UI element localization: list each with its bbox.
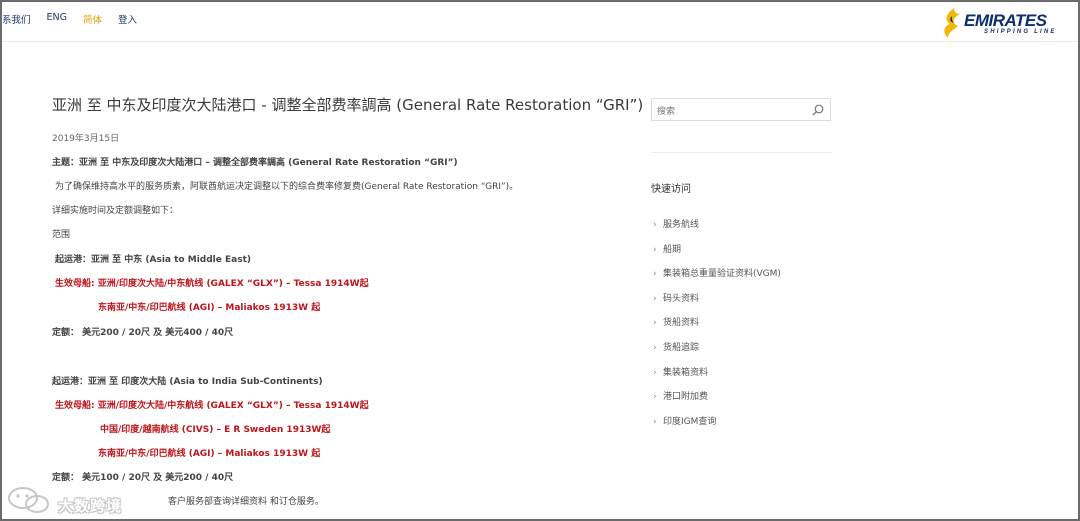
quick-link-port-surcharge[interactable]: › 港口附加费 <box>653 389 781 414</box>
quick-link-label: 集装箱资料 <box>663 367 709 378</box>
quick-link-label: 服务航线 <box>663 220 700 230</box>
post-date: 2019年3月15日 <box>52 134 120 144</box>
chevron-right-icon: › <box>653 416 657 427</box>
section-1-origin: 起运港：亚洲 至 中东 (Asia to Middle East) <box>55 255 251 265</box>
nav-contact-us[interactable]: 系我们 <box>2 12 31 26</box>
quick-link-label: 集装箱总重量验证资料(VGM) <box>663 269 781 280</box>
section-2-effective-line: 生效母船: 亚洲/印度次大陆/中东航线 (GALEX “GLX”) – Tess… <box>55 401 369 411</box>
quick-link-vessel-tracking[interactable]: › 货船追踪 <box>653 340 781 365</box>
section-2-effective-line: 东南亚/中东/印巴航线 (AGI) – Maliakos 1913W 起 <box>98 449 321 459</box>
footer-partial-text: 客户服务部查询详细资料 和订仓服务。 <box>168 497 324 507</box>
watermark: 大数跨境 <box>6 482 156 518</box>
section-2-effective-line: 中国/印度/越南航线 (CIVS) – E R Sweden 1913W起 <box>100 425 331 435</box>
nav-login[interactable]: 登入 <box>118 12 137 26</box>
chevron-right-icon: › <box>653 269 657 280</box>
emirates-flame-icon <box>944 8 960 38</box>
quick-link-schedule[interactable]: › 船期 <box>653 242 781 267</box>
top-nav: 系我们 ENG 简体 登入 <box>2 12 153 26</box>
quick-link-service-routes[interactable]: › 服务航线 <box>653 217 781 242</box>
logo-tagline: SHIPPING LINE <box>984 29 1057 35</box>
nav-english[interactable]: ENG <box>47 12 67 26</box>
section-1-effective-line: 东南亚/中东/印巴航线 (AGI) – Maliakos 1913W 起 <box>98 303 321 313</box>
quick-access-title: 快速访问 <box>651 184 691 195</box>
chevron-right-icon: › <box>653 392 657 403</box>
emirates-logo[interactable]: EMIRATES SHIPPING LINE <box>940 6 1068 40</box>
wechat-icon <box>8 487 49 513</box>
search-icon[interactable] <box>812 104 824 116</box>
sidebar-divider <box>651 152 831 153</box>
quick-link-label: 码头资料 <box>663 293 700 304</box>
search-input[interactable] <box>652 101 802 123</box>
chevron-right-icon: › <box>653 244 657 255</box>
chevron-right-icon: › <box>653 318 657 329</box>
chevron-right-icon: › <box>653 342 657 353</box>
section-1-effective-line: 生效母船: 亚洲/印度次大陆/中东航线 (GALEX “GLX”) – Tess… <box>55 279 369 289</box>
chevron-right-icon: › <box>653 293 657 304</box>
article: 亚洲 至 中东及印度次大陆港口 - 调整全部费率調高 (General Rate… <box>52 94 644 144</box>
quick-link-vessel-info[interactable]: › 货船资料 <box>653 315 781 340</box>
quick-link-label: 货船资料 <box>663 318 700 329</box>
article-subject: 主题：亚洲 至 中东及印度次大陆港口 – 调整全部费率調高 (General R… <box>52 158 458 168</box>
quick-link-label: 印度IGM查询 <box>663 416 717 427</box>
quick-link-terminal-info[interactable]: › 码头资料 <box>653 291 781 316</box>
page-title: 亚洲 至 中东及印度次大陆港口 - 调整全部费率調高 (General Rate… <box>52 96 644 114</box>
quick-link-india-igm[interactable]: › 印度IGM查询 <box>653 414 781 439</box>
chevron-right-icon: › <box>653 220 657 230</box>
quick-link-label: 船期 <box>663 244 682 255</box>
quick-link-label: 货船追踪 <box>663 342 700 353</box>
search-box <box>651 98 831 123</box>
details-heading: 详细实施时间及定额调整如下： <box>52 206 179 216</box>
scope-label: 范围 <box>52 230 71 240</box>
article-intro: 为了确保维持高水平的服务质素，阿联酋航运决定调整以下的综合费率修复费(Gener… <box>55 182 519 192</box>
quick-access-list: › 服务航线 › 船期 › 集装箱总重量验证资料(VGM) › 码头资料 › 货船资料 ›… <box>653 217 781 438</box>
chevron-right-icon: › <box>653 367 657 378</box>
quick-link-container-info[interactable]: › 集装箱资料 <box>653 365 781 390</box>
top-bar: 系我们 ENG 简体 登入 EMIRATES SHIPPING LINE <box>2 2 1078 42</box>
quick-link-vgm[interactable]: › 集装箱总重量验证资料(VGM) <box>653 266 781 291</box>
watermark-text: 大数跨境 <box>58 497 123 515</box>
section-2-origin: 起运港：亚洲 至 印度次大陆 (Asia to India Sub-Contin… <box>52 377 323 387</box>
logo-wordmark: EMIRATES <box>964 11 1047 30</box>
section-1-amount: 定额： 美元200 / 20尺 及 美元400 / 40尺 <box>52 328 234 338</box>
quick-link-label: 港口附加费 <box>663 392 709 403</box>
nav-simplified-chinese[interactable]: 简体 <box>83 12 102 26</box>
